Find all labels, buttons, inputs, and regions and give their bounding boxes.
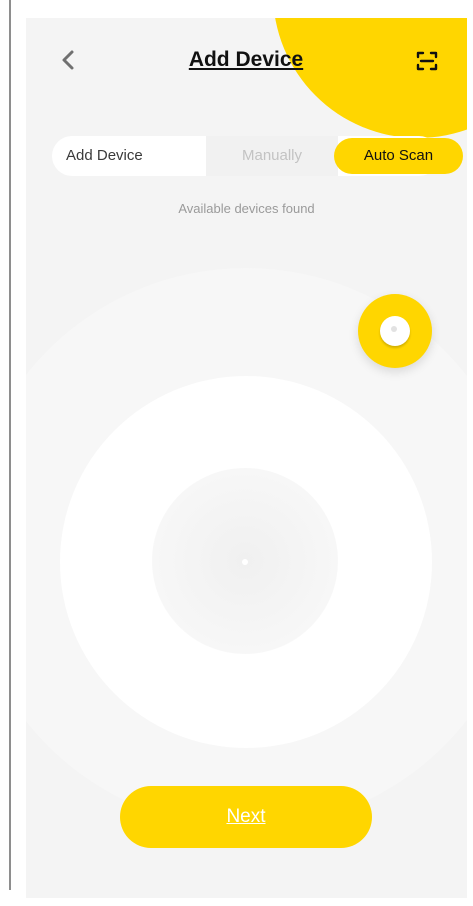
radar-center-dot: [242, 559, 248, 565]
mode-tabbar: Add Device Manually Auto Scan: [52, 136, 463, 176]
decorative-corner-blob: [273, 18, 467, 138]
add-device-screen: Add Device Add Device Manually Auto Scan…: [26, 18, 467, 898]
device-puck-icon: [380, 316, 410, 346]
scan-icon: [416, 51, 438, 71]
page-title: Add Device: [188, 48, 304, 71]
found-device-bubble[interactable]: [358, 294, 432, 368]
tabbar-label: Add Device: [66, 147, 143, 164]
chevron-left-icon: [62, 50, 74, 70]
left-divider: [9, 0, 11, 890]
app-frame: Add Device Add Device Manually Auto Scan…: [0, 0, 473, 906]
tab-auto-scan[interactable]: Auto Scan: [334, 138, 463, 174]
status-text: Available devices found: [178, 201, 315, 216]
scan-button[interactable]: [414, 48, 440, 74]
back-button[interactable]: [54, 46, 82, 74]
tab-manually[interactable]: Manually: [206, 136, 338, 176]
next-button[interactable]: Next: [120, 786, 372, 848]
